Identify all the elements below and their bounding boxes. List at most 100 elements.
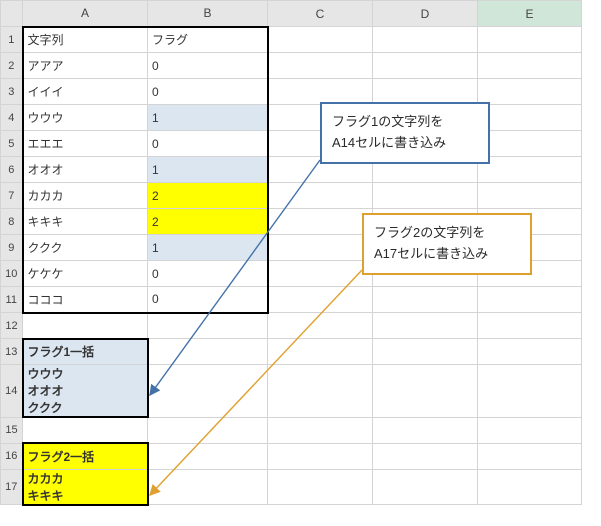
- cell[interactable]: [373, 313, 478, 339]
- cell[interactable]: [373, 79, 478, 105]
- row-header[interactable]: 2: [1, 53, 23, 79]
- row-header[interactable]: 6: [1, 157, 23, 183]
- cell[interactable]: [478, 27, 582, 53]
- cell[interactable]: [268, 183, 373, 209]
- cell[interactable]: [478, 131, 582, 157]
- row-header[interactable]: 8: [1, 209, 23, 235]
- cell[interactable]: [268, 339, 373, 365]
- cell[interactable]: [373, 417, 478, 443]
- row-header[interactable]: 1: [1, 27, 23, 53]
- cell[interactable]: [373, 53, 478, 79]
- cell-A8[interactable]: キキキ: [23, 209, 148, 235]
- cell-A2[interactable]: アアア: [23, 53, 148, 79]
- row-header[interactable]: 10: [1, 261, 23, 287]
- cell[interactable]: [478, 443, 582, 469]
- cell-B5[interactable]: 0: [148, 131, 268, 157]
- cell-B2[interactable]: 0: [148, 53, 268, 79]
- cell-A12[interactable]: [23, 313, 148, 339]
- cell-A1[interactable]: 文字列: [23, 27, 148, 53]
- cell-A15[interactable]: [23, 417, 148, 443]
- cell[interactable]: [268, 53, 373, 79]
- row-header[interactable]: 12: [1, 313, 23, 339]
- row-header[interactable]: 4: [1, 105, 23, 131]
- cell[interactable]: [373, 365, 478, 418]
- cell-B14[interactable]: [148, 365, 268, 418]
- a14-line3: ククク: [28, 399, 143, 416]
- cell-A13[interactable]: フラグ1一括: [23, 339, 148, 365]
- cell[interactable]: [478, 157, 582, 183]
- cell[interactable]: [373, 287, 478, 313]
- cell-B11[interactable]: 0: [148, 287, 268, 313]
- col-header-C[interactable]: C: [268, 1, 373, 27]
- cell[interactable]: [268, 313, 373, 339]
- callout-flag2-line1: フラグ2の文字列を: [374, 223, 520, 244]
- cell[interactable]: [268, 365, 373, 418]
- cell-A17[interactable]: カカカ キキキ: [23, 469, 148, 505]
- cell-B9[interactable]: 1: [148, 235, 268, 261]
- cell-B16[interactable]: [148, 443, 268, 469]
- cell[interactable]: [268, 287, 373, 313]
- cell[interactable]: [268, 417, 373, 443]
- row-header[interactable]: 17: [1, 469, 23, 505]
- corner-cell[interactable]: [1, 1, 23, 27]
- cell-A11[interactable]: コココ: [23, 287, 148, 313]
- cell-A3[interactable]: イイイ: [23, 79, 148, 105]
- col-header-A[interactable]: A: [23, 1, 148, 27]
- callout-flag2-line2: A17セルに書き込み: [374, 244, 520, 265]
- cell[interactable]: [478, 313, 582, 339]
- cell[interactable]: [478, 417, 582, 443]
- cell[interactable]: [373, 27, 478, 53]
- row-header[interactable]: 3: [1, 79, 23, 105]
- cell[interactable]: [373, 443, 478, 469]
- callout-flag1: フラグ1の文字列を A14セルに書き込み: [320, 102, 490, 164]
- row-header[interactable]: 11: [1, 287, 23, 313]
- cell[interactable]: [373, 469, 478, 505]
- cell-A16[interactable]: フラグ2一括: [23, 443, 148, 469]
- cell[interactable]: [478, 105, 582, 131]
- cell-B15[interactable]: [148, 417, 268, 443]
- row-header[interactable]: 15: [1, 417, 23, 443]
- cell-B3[interactable]: 0: [148, 79, 268, 105]
- cell-A6[interactable]: オオオ: [23, 157, 148, 183]
- cell-A5[interactable]: エエエ: [23, 131, 148, 157]
- cell[interactable]: [478, 339, 582, 365]
- cell[interactable]: [268, 79, 373, 105]
- cell-B1[interactable]: フラグ: [148, 27, 268, 53]
- cell[interactable]: [373, 183, 478, 209]
- cell[interactable]: [478, 287, 582, 313]
- cell[interactable]: [268, 235, 373, 261]
- cell-A10[interactable]: ケケケ: [23, 261, 148, 287]
- cell-B12[interactable]: [148, 313, 268, 339]
- row-header[interactable]: 13: [1, 339, 23, 365]
- col-header-D[interactable]: D: [373, 1, 478, 27]
- cell-A7[interactable]: カカカ: [23, 183, 148, 209]
- cell[interactable]: [478, 79, 582, 105]
- cell-A4[interactable]: ウウウ: [23, 105, 148, 131]
- cell[interactable]: [373, 339, 478, 365]
- cell[interactable]: [268, 209, 373, 235]
- cell[interactable]: [268, 469, 373, 505]
- cell[interactable]: [478, 183, 582, 209]
- cell[interactable]: [478, 469, 582, 505]
- cell-B10[interactable]: 0: [148, 261, 268, 287]
- cell-B7[interactable]: 2: [148, 183, 268, 209]
- cell[interactable]: [268, 261, 373, 287]
- cell[interactable]: [268, 443, 373, 469]
- cell-B6[interactable]: 1: [148, 157, 268, 183]
- cell-B4[interactable]: 1: [148, 105, 268, 131]
- cell-A14[interactable]: ウウウ オオオ ククク: [23, 365, 148, 418]
- row-header[interactable]: 7: [1, 183, 23, 209]
- cell[interactable]: [478, 365, 582, 418]
- cell[interactable]: [268, 27, 373, 53]
- cell-B13[interactable]: [148, 339, 268, 365]
- cell-A9[interactable]: ククク: [23, 235, 148, 261]
- col-header-B[interactable]: B: [148, 1, 268, 27]
- cell-B17[interactable]: [148, 469, 268, 505]
- row-header[interactable]: 14: [1, 365, 23, 418]
- row-header[interactable]: 5: [1, 131, 23, 157]
- col-header-E[interactable]: E: [478, 1, 582, 27]
- row-header[interactable]: 9: [1, 235, 23, 261]
- row-header[interactable]: 16: [1, 443, 23, 469]
- cell[interactable]: [478, 53, 582, 79]
- cell-B8[interactable]: 2: [148, 209, 268, 235]
